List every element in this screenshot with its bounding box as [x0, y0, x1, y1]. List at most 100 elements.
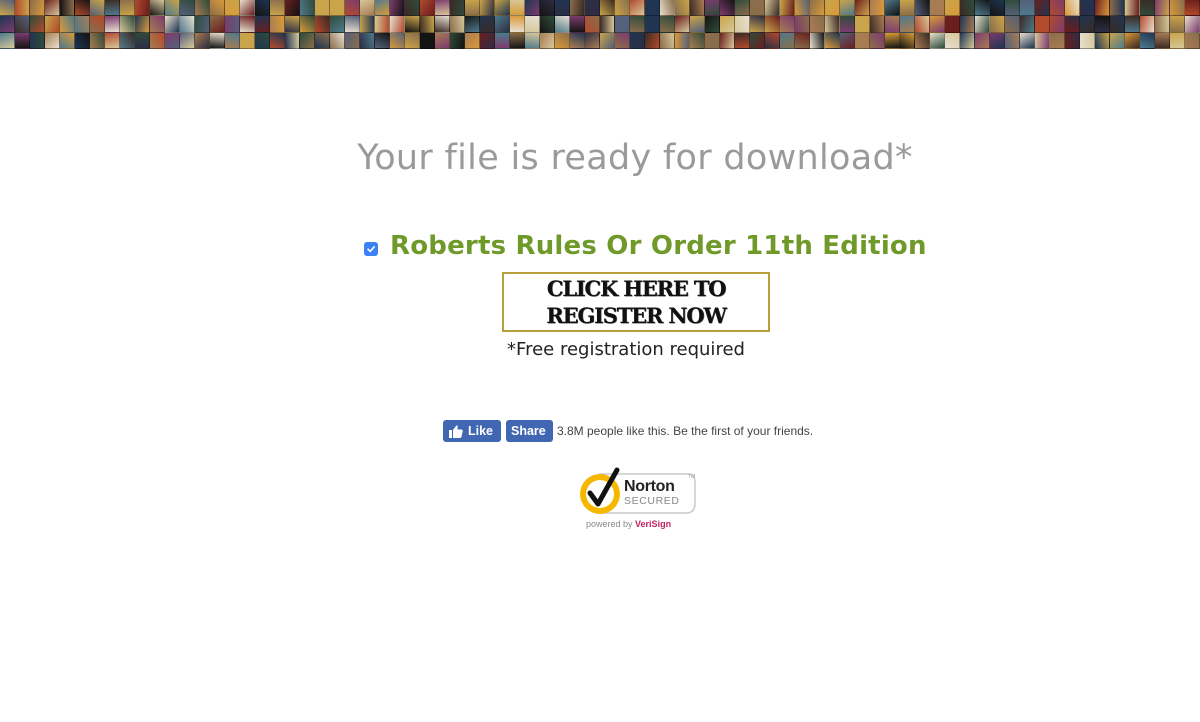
banner-poster-tile	[765, 0, 780, 17]
banner-poster-tile	[675, 32, 690, 49]
banner-poster-tile	[315, 16, 330, 33]
banner-poster-tile	[1005, 0, 1020, 17]
banner-poster-tile	[435, 0, 450, 17]
facebook-share-button[interactable]: Share	[506, 420, 553, 442]
banner-poster-tile	[840, 16, 855, 33]
banner-poster-tile	[570, 0, 585, 17]
banner-poster-tile	[540, 0, 555, 17]
banner-poster-tile	[780, 32, 795, 49]
banner-poster-tile	[45, 32, 60, 49]
banner-poster-tile	[195, 32, 210, 49]
banner-poster-tile	[135, 0, 150, 17]
banner-poster-tile	[270, 0, 285, 17]
banner-poster-tile	[585, 32, 600, 49]
banner-poster-tile	[285, 32, 300, 49]
banner-poster-tile	[390, 0, 405, 17]
file-entry: Roberts Rules Or Order 11th Edition	[364, 231, 927, 261]
banner-poster-tile	[150, 0, 165, 17]
banner-poster-tile	[1080, 16, 1095, 33]
banner-poster-tile	[285, 16, 300, 33]
banner-poster-tile	[360, 0, 375, 17]
banner-poster-tile	[465, 32, 480, 49]
banner-poster-tile	[705, 32, 720, 49]
banner-poster-tile	[435, 16, 450, 33]
banner-poster-tile	[990, 0, 1005, 17]
banner-poster-tile	[720, 0, 735, 17]
page-title: Your file is ready for download*	[357, 138, 913, 178]
banner-poster-tile	[0, 32, 15, 49]
banner-poster-tile	[465, 0, 480, 17]
banner-poster-tile	[270, 16, 285, 33]
banner-poster-tile	[90, 16, 105, 33]
banner-poster-tile	[525, 32, 540, 49]
banner-poster-tile	[405, 0, 420, 17]
banner-poster-tile	[885, 32, 900, 49]
banner-poster-tile	[30, 16, 45, 33]
banner-poster-tile	[555, 32, 570, 49]
banner-poster-tile	[915, 0, 930, 17]
banner-poster-tile	[0, 16, 15, 33]
banner-poster-tile	[180, 16, 195, 33]
banner-poster-tile	[870, 16, 885, 33]
banner-poster-tile	[855, 0, 870, 17]
banner-poster-tile	[810, 0, 825, 17]
register-now-button[interactable]: CLICK HERE TO REGISTER NOW	[502, 272, 770, 332]
banner-poster-tile	[825, 0, 840, 17]
banner-poster-tile	[255, 16, 270, 33]
norton-brand: Norton	[624, 478, 675, 495]
banner-poster-tile	[660, 16, 675, 33]
banner-poster-tile	[1170, 32, 1185, 49]
banner-poster-tile	[105, 32, 120, 49]
banner-poster-tile	[765, 32, 780, 49]
banner-poster-tile	[495, 0, 510, 17]
banner-poster-tile	[75, 0, 90, 17]
banner-poster-tile	[960, 16, 975, 33]
banner-poster-tile	[930, 32, 945, 49]
banner-poster-tile	[750, 16, 765, 33]
banner-poster-tile	[75, 16, 90, 33]
banner-poster-tile	[165, 16, 180, 33]
banner-poster-tile	[600, 16, 615, 33]
banner-poster-tile	[585, 16, 600, 33]
banner-poster-tile	[1125, 0, 1140, 17]
banner-poster-tile	[210, 32, 225, 49]
banner-poster-tile	[1110, 0, 1125, 17]
banner-poster-tile	[1185, 0, 1200, 17]
banner-poster-tile	[330, 0, 345, 17]
banner-poster-tile	[150, 16, 165, 33]
banner-poster-tile	[1125, 16, 1140, 33]
banner-poster-tile	[945, 16, 960, 33]
banner-poster-tile	[645, 16, 660, 33]
banner-poster-tile	[645, 32, 660, 49]
banner-poster-tile	[945, 32, 960, 49]
banner-poster-tile	[555, 0, 570, 17]
file-checkbox[interactable]	[364, 242, 378, 256]
banner-poster-tile	[1155, 32, 1170, 49]
banner-poster-tile	[195, 0, 210, 17]
banner-poster-tile	[1170, 0, 1185, 17]
banner-poster-tile	[945, 0, 960, 17]
banner-poster-tile	[615, 16, 630, 33]
banner-poster-tile	[750, 0, 765, 17]
banner-poster-tile	[795, 16, 810, 33]
banner-poster-tile	[1155, 16, 1170, 33]
banner-poster-tile	[30, 32, 45, 49]
thumbs-up-icon	[449, 424, 463, 438]
banner-poster-tile	[345, 32, 360, 49]
banner-poster-tile	[990, 32, 1005, 49]
banner-poster-tile	[255, 32, 270, 49]
banner-poster-tile	[1140, 0, 1155, 17]
powered-by-text: powered by	[586, 519, 633, 529]
norton-secured-badge[interactable]: TM Norton SECURED powered by VeriSign	[577, 466, 697, 534]
banner-poster-tile	[135, 32, 150, 49]
banner-poster-tile	[600, 32, 615, 49]
banner-poster-tile	[480, 32, 495, 49]
banner-poster-tile	[735, 16, 750, 33]
banner-poster-tile	[495, 16, 510, 33]
banner-poster-tile	[420, 0, 435, 17]
banner-poster-tile	[240, 32, 255, 49]
facebook-like-button[interactable]: Like	[443, 420, 501, 442]
banner-poster-tile	[885, 0, 900, 17]
banner-poster-tile	[510, 0, 525, 17]
verisign-text: VeriSign	[635, 519, 672, 529]
